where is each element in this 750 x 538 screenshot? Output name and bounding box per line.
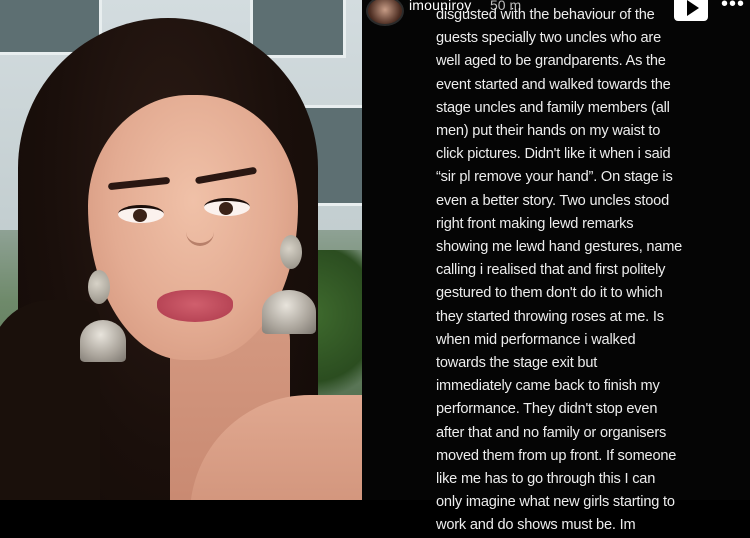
story-text-line: disgusted with the behaviour of the (436, 7, 655, 23)
lips (157, 290, 233, 322)
story-text: disgusted with the behaviour of the gues… (436, 4, 698, 538)
story-text-line: well aged to be grandparents. As the (436, 53, 666, 70)
left-eye (118, 205, 164, 223)
portrait-photo (0, 0, 362, 500)
story-text-line: only imagine what new girls starting to (436, 494, 675, 511)
left-earring-stud (88, 270, 110, 304)
right-eye (204, 198, 250, 216)
left-jhumka-earring (80, 320, 126, 362)
more-options-button[interactable]: ••• (718, 0, 748, 18)
story-text-line: work and do shows must be. Im (436, 517, 636, 534)
story-text-line: guests specially two uncles who are (436, 30, 661, 47)
right-earring-stud (280, 235, 302, 269)
story-text-line: when mid performance i walked (436, 331, 636, 348)
story-text-line: showing me lewd hand gestures, name (436, 239, 683, 256)
story-text-line: they started throwing roses at me. Is (436, 308, 664, 325)
story-text-line: stage uncles and family members (all (436, 99, 670, 116)
story-text-line: immediately came back to finish my (436, 378, 660, 395)
story-text-line: performance. They didn't stop even (436, 401, 658, 418)
story-text-line: event started and walked towards the (436, 76, 671, 93)
more-horizontal-icon: ••• (720, 0, 745, 15)
story-text-line: towards the stage exit but (436, 355, 598, 372)
story-text-line: gestured to them don't do it to which (436, 285, 663, 302)
story-text-line: right front making lewd remarks (436, 215, 634, 232)
story-text-line: calling i realised that and first polite… (436, 262, 666, 279)
story-text-line: click pictures. Didn't like it when i sa… (436, 146, 671, 163)
story-text-line: moved them from up front. If someone (436, 447, 677, 464)
story-text-line: men) put their hands on my waist to (436, 123, 661, 140)
story-text-line: “sir pl remove your hand”. On stage is (436, 169, 673, 186)
story-text-line: even a better story. Two uncles stood (436, 192, 669, 209)
story-text-line: like me has to go through this I can (436, 471, 656, 488)
story-text-line: after that and no family or organisers (436, 424, 667, 441)
right-jhumka-earring (262, 290, 316, 334)
